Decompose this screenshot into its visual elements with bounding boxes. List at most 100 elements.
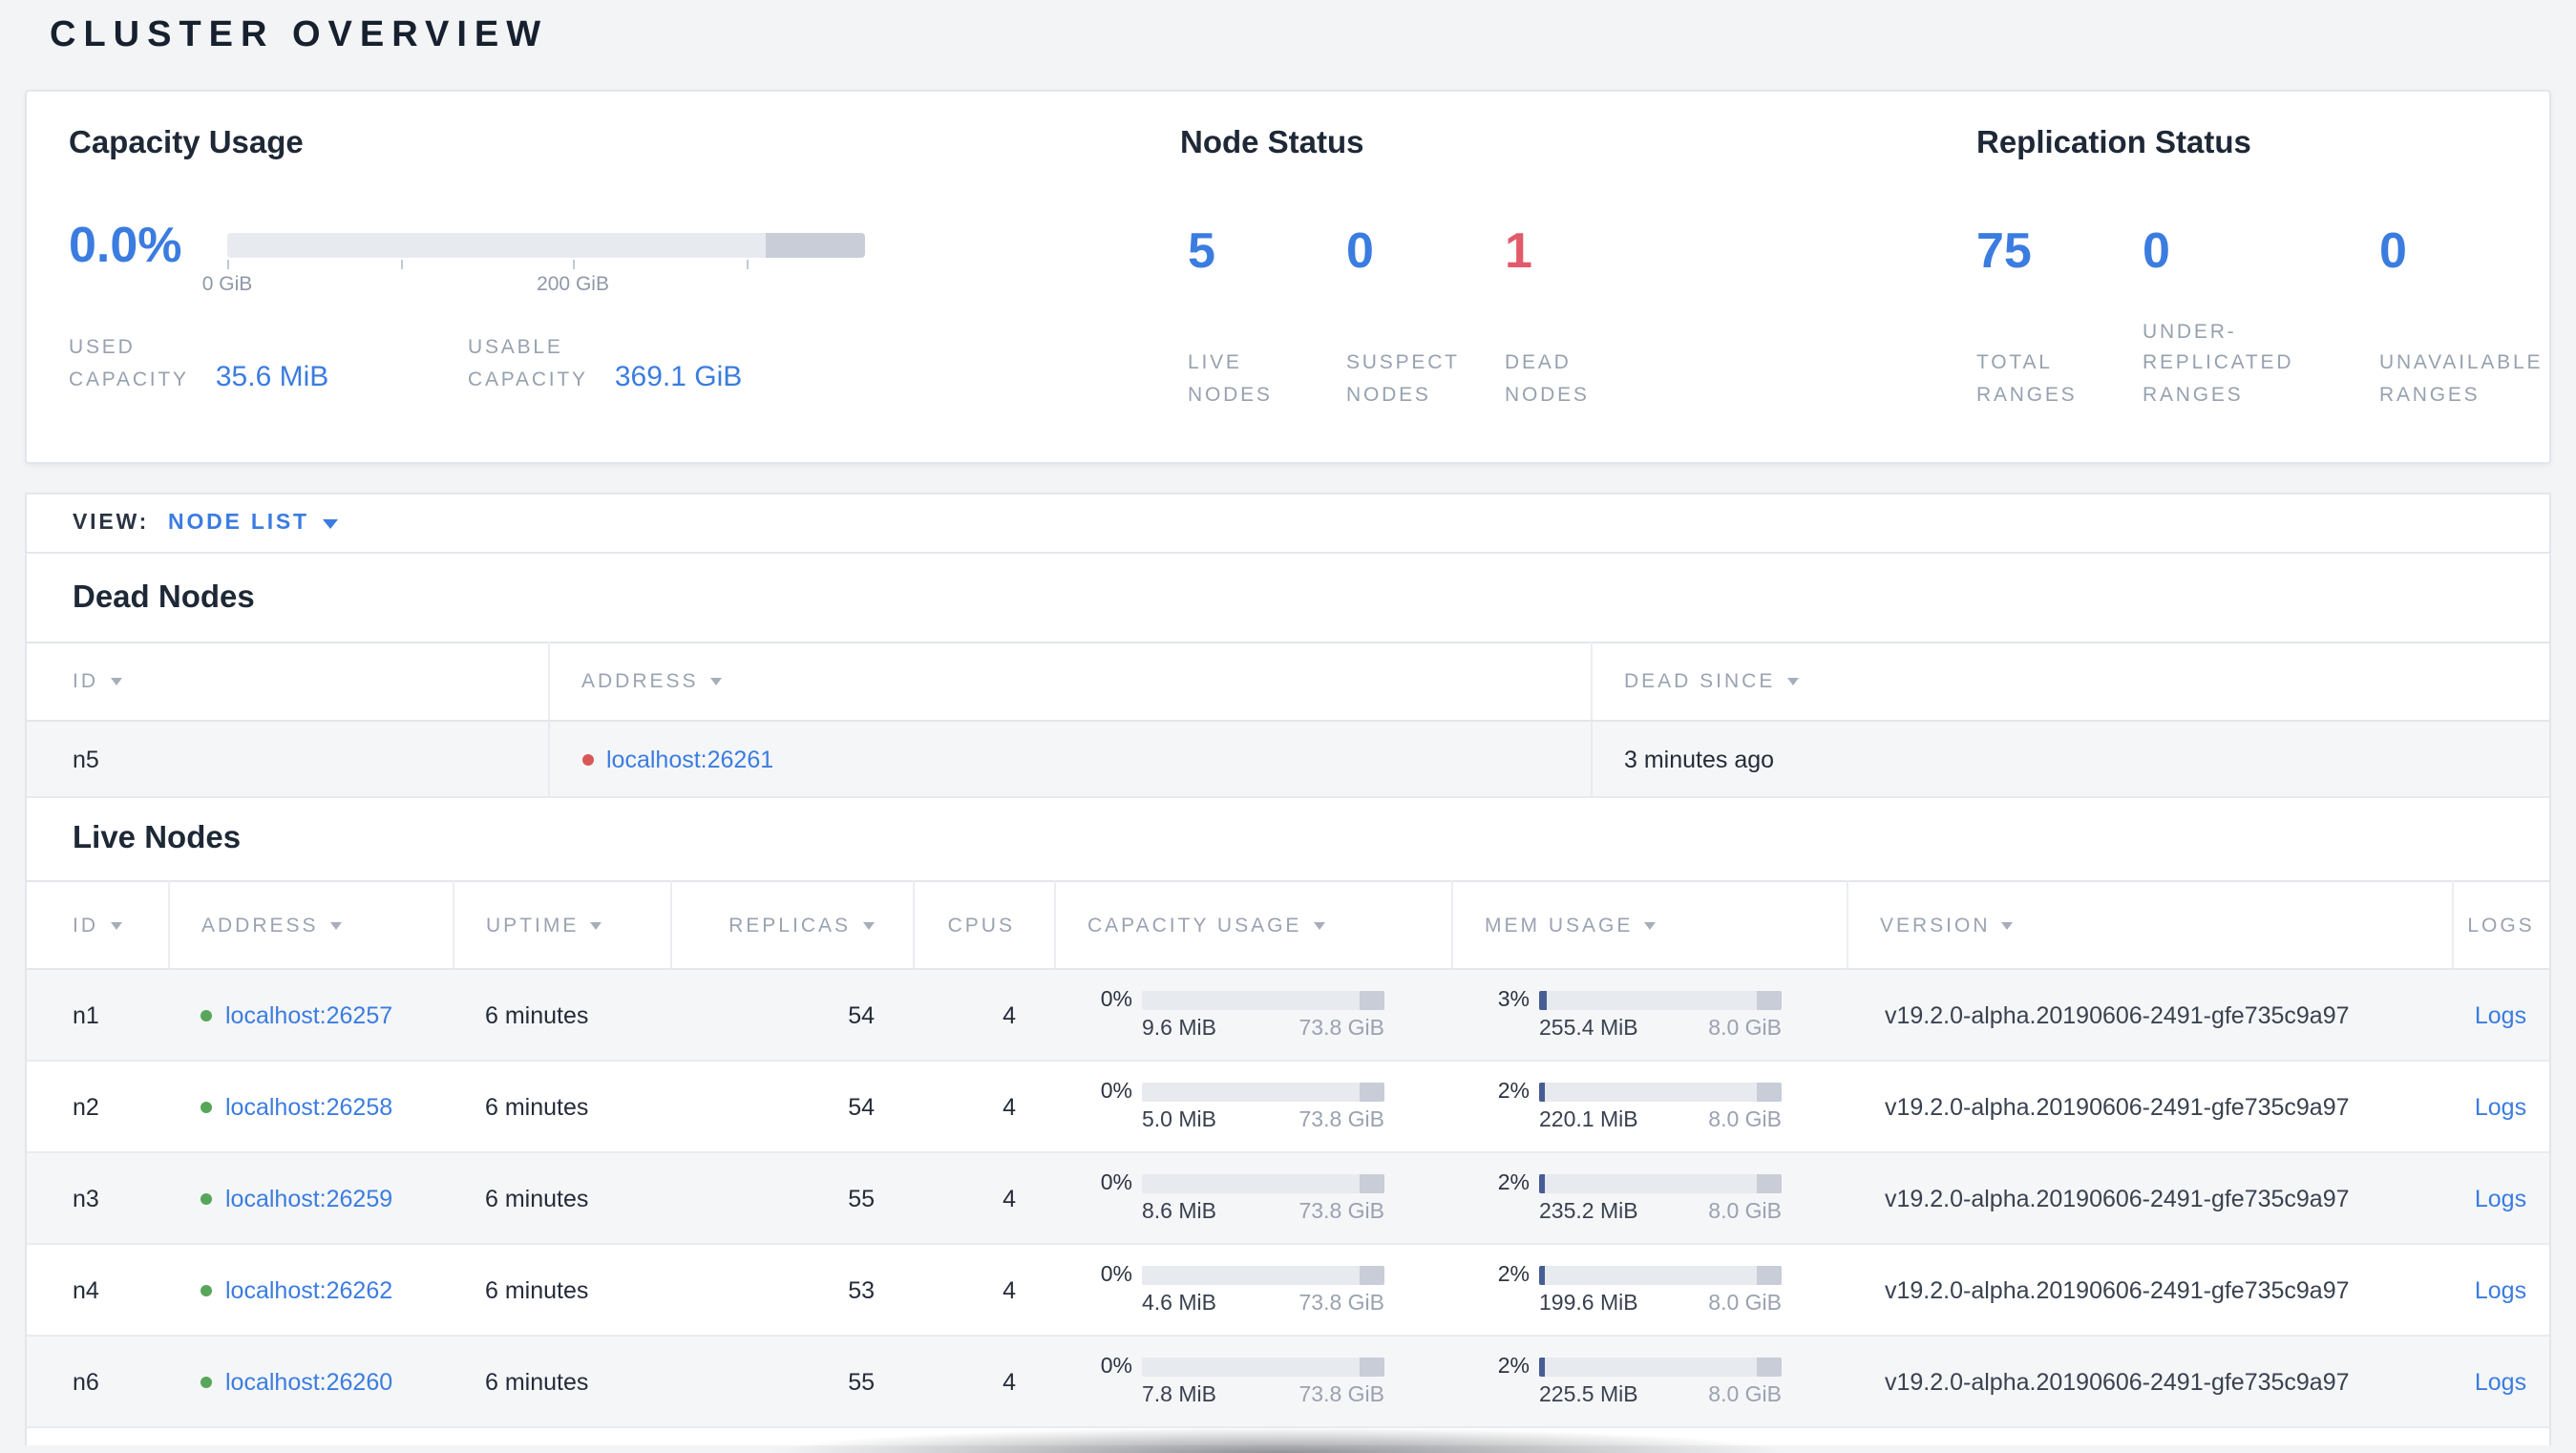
node-id: n3 <box>27 1152 168 1245</box>
node-address-link[interactable]: localhost:26259 <box>225 1185 392 1211</box>
mem-used-value: 220.1 MiB <box>1539 1109 1638 1132</box>
used-capacity-value: 35.6 MiB <box>215 361 329 393</box>
unavailable-ranges-label: UNAVAILABLE RANGES <box>2379 351 2544 406</box>
col-header-dead-since[interactable]: DEAD SINCE <box>1591 642 2549 722</box>
replication-status-title: Replication Status <box>1976 126 2251 160</box>
node-address-link[interactable]: localhost:26261 <box>606 746 773 772</box>
node-uptime: 6 minutes <box>453 1061 670 1153</box>
summary-card: Capacity Usage 0.0% 0 GiB 200 GiB USED C… <box>25 90 2551 464</box>
node-cpus: 4 <box>913 1061 1054 1153</box>
node-replicas: 55 <box>670 1336 913 1428</box>
mem-bar <box>1539 991 1782 1010</box>
dead-nodes-label: DEAD NODES <box>1505 351 1590 406</box>
capacity-total-value: 73.8 GiB <box>1299 1384 1385 1407</box>
node-dead-dot-icon <box>581 753 593 765</box>
capacity-total-value: 73.8 GiB <box>1299 1109 1385 1132</box>
node-address-link[interactable]: localhost:26262 <box>225 1276 392 1303</box>
node-version: v19.2.0-alpha.20190606-2491-gfe735c9a97 <box>1847 969 2452 1062</box>
mem-percent: 3% <box>1497 989 1530 1012</box>
node-cpus: 4 <box>913 1152 1054 1245</box>
capacity-used-value: 9.6 MiB <box>1142 1018 1216 1041</box>
logs-link[interactable]: Logs <box>2475 1001 2526 1028</box>
capacity-usage-cell: 0% 9.6 MiB 73.8 GiB <box>1087 989 1451 1041</box>
capacity-used-value: 7.8 MiB <box>1142 1384 1216 1407</box>
logs-link[interactable]: Logs <box>2475 1276 2526 1303</box>
node-address-link[interactable]: localhost:26257 <box>225 1001 392 1028</box>
stat-suspect-nodes: 0 SUSPECT NODES <box>1346 225 1505 411</box>
capacity-percent: 0% <box>1100 1356 1132 1379</box>
view-selector[interactable]: NODE LIST <box>168 512 338 535</box>
usable-capacity-stat: USABLE CAPACITY 369.1 GiB <box>468 332 742 395</box>
logs-link[interactable]: Logs <box>2475 1093 2526 1120</box>
capacity-usage-title: Capacity Usage <box>69 126 304 160</box>
sort-desc-icon <box>2001 921 2014 929</box>
logs-link[interactable]: Logs <box>2475 1368 2526 1395</box>
node-replicas: 55 <box>670 1152 913 1245</box>
capacity-usage-section: Capacity Usage 0.0% 0 GiB 200 GiB USED C… <box>69 122 1180 462</box>
node-id: n4 <box>27 1244 168 1337</box>
mem-used-value: 225.5 MiB <box>1539 1384 1638 1407</box>
node-version: v19.2.0-alpha.20190606-2491-gfe735c9a97 <box>1847 1061 2452 1153</box>
sort-desc-icon <box>1313 921 1325 929</box>
suspect-nodes-count: 0 <box>1346 221 1374 279</box>
live-nodes-header-row: ID ADDRESS UPTIME REPLICAS CPUS CAPACITY… <box>27 880 2549 970</box>
logs-link[interactable]: Logs <box>2475 1185 2526 1211</box>
page-title: CLUSTER OVERVIEW <box>50 15 549 55</box>
col-header-capacity-usage[interactable]: CAPACITY USAGE <box>1054 880 1452 970</box>
used-capacity-label: USED CAPACITY <box>69 336 189 390</box>
node-uptime: 6 minutes <box>453 969 670 1062</box>
col-header-version[interactable]: VERSION <box>1847 880 2453 970</box>
total-ranges-count: 75 <box>1976 221 2032 279</box>
mem-usage-cell: 2% 225.5 MiB 8.0 GiB <box>1484 1356 1847 1407</box>
col-header-logs: LOGS <box>2452 880 2549 970</box>
mem-total-value: 8.0 GiB <box>1708 1018 1782 1041</box>
node-id: n2 <box>27 1061 168 1153</box>
node-live-dot-icon <box>201 1376 212 1387</box>
total-ranges-label: TOTAL RANGES <box>1976 351 2078 406</box>
view-bar: VIEW: NODE LIST <box>27 495 2549 554</box>
stat-dead-nodes: 1 DEAD NODES <box>1505 225 1663 411</box>
capacity-used-value: 5.0 MiB <box>1142 1109 1216 1132</box>
node-cpus: 4 <box>913 969 1054 1062</box>
under-replicated-label: UNDER- REPLICATED RANGES <box>2143 320 2294 406</box>
mem-bar-other-fill <box>1757 1174 1782 1193</box>
dead-nodes-header-row: ID ADDRESS DEAD SINCE <box>27 642 2549 722</box>
live-node-row: n3 localhost:26259 6 minutes 55 4 0% 8.6… <box>27 1152 2549 1245</box>
axis-tick <box>746 259 749 268</box>
node-address-link[interactable]: localhost:26258 <box>225 1093 392 1120</box>
mem-usage-cell: 2% 235.2 MiB 8.0 GiB <box>1484 1172 1847 1224</box>
col-header-replicas[interactable]: REPLICAS <box>670 880 914 970</box>
dead-nodes-table: ID ADDRESS DEAD SINCE n5 localhost:26261… <box>27 642 2549 798</box>
capacity-bar-other-fill <box>1360 1358 1384 1377</box>
capacity-bar <box>1142 1358 1384 1377</box>
col-header-id[interactable]: ID <box>27 880 169 970</box>
unavailable-ranges-count: 0 <box>2379 221 2407 279</box>
axis-tick <box>227 259 229 268</box>
mem-total-value: 8.0 GiB <box>1708 1109 1782 1132</box>
capacity-bar-other-fill <box>1360 1083 1384 1102</box>
capacity-bar <box>1142 1174 1384 1193</box>
mem-bar-used-fill <box>1539 1266 1545 1285</box>
col-header-address[interactable]: ADDRESS <box>168 880 454 970</box>
col-header-uptime[interactable]: UPTIME <box>453 880 671 970</box>
mem-bar <box>1539 1174 1782 1193</box>
capacity-percent: 0% <box>1100 989 1132 1012</box>
col-header-mem-usage[interactable]: MEM USAGE <box>1451 880 1848 970</box>
mem-used-value: 255.4 MiB <box>1539 1018 1638 1041</box>
capacity-total-value: 73.8 GiB <box>1299 1201 1385 1224</box>
under-replicated-count: 0 <box>2143 221 2170 279</box>
node-address-link[interactable]: localhost:26260 <box>225 1368 392 1395</box>
sort-desc-icon <box>1644 921 1657 929</box>
sort-desc-icon <box>1786 678 1799 685</box>
node-live-dot-icon <box>201 1101 212 1112</box>
sort-desc-icon <box>329 921 342 929</box>
capacity-gauge: 0 GiB 200 GiB <box>202 232 865 295</box>
capacity-bar <box>1142 991 1384 1010</box>
stat-unavailable-ranges: 0 UNAVAILABLE RANGES <box>2379 225 2543 411</box>
usable-capacity-label: USABLE CAPACITY <box>468 336 588 390</box>
mem-usage-cell: 2% 199.6 MiB 8.0 GiB <box>1484 1264 1847 1316</box>
col-header-address[interactable]: ADDRESS <box>548 642 1592 722</box>
mem-usage-cell: 2% 220.1 MiB 8.0 GiB <box>1484 1081 1847 1132</box>
capacity-percent: 0.0% <box>69 216 182 273</box>
col-header-id[interactable]: ID <box>27 642 549 722</box>
